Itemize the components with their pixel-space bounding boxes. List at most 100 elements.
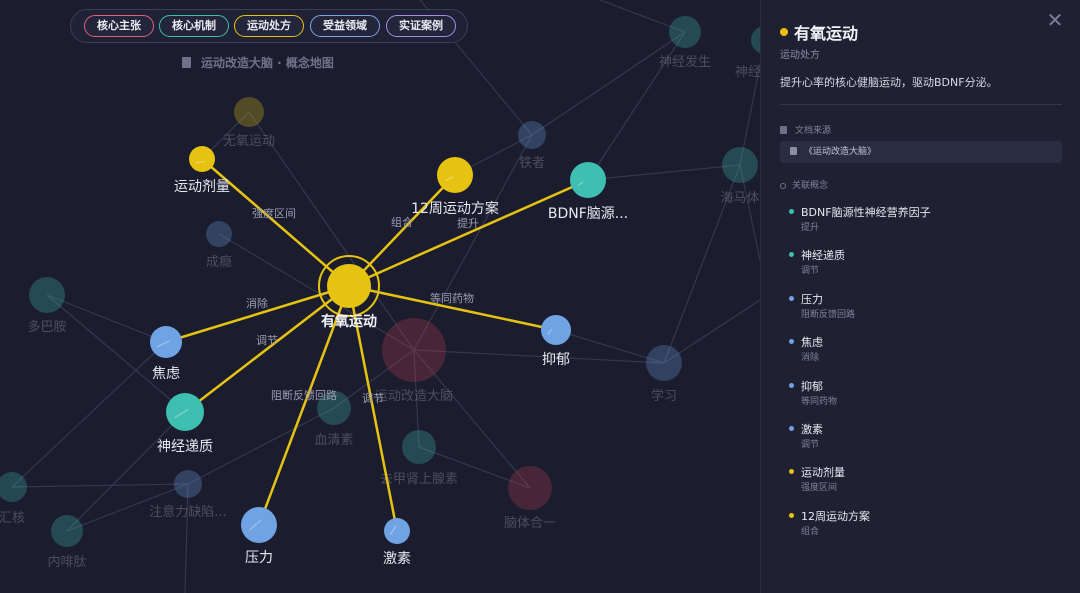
node-label: 运动改造大脑 [375,389,453,404]
background-edge [587,164,741,181]
highlighted-edge [348,174,456,287]
node-label: 汇核 [0,511,25,526]
related-relation: 调节 [801,266,820,276]
node-circle [206,221,232,247]
panel-title-text: 有氧运动 [794,24,859,43]
node-label: 激素 [383,550,411,567]
node-circle [722,147,758,183]
related-name: BDNF脑源性神经营养因子 [801,206,931,219]
graph-node-faded[interactable]: 神经 [735,26,760,80]
node-label: 神经递质 [157,439,213,455]
graph-node-faded[interactable]: 学习 [646,345,682,404]
node-circle [189,146,215,172]
node-circle [402,430,436,464]
edge-label: 调节 [362,392,384,405]
panel-title: 有氧运动 [780,20,858,44]
related-relation: 等同药物 [801,397,838,407]
node-label: 抑郁 [542,352,570,368]
graph-node-faded[interactable]: 汇核 [0,472,27,526]
related-relation: 调节 [801,440,820,450]
related-item[interactable]: 激素 调节 [789,421,1059,451]
related-section-heading: 关联概念 [780,178,828,191]
source-document-link[interactable]: 《运动改造大脑》 [780,141,1062,163]
related-name: 12周运动方案 [801,510,870,523]
related-name: 激素 [801,423,823,436]
node-label: 内啡肽 [47,554,86,570]
close-icon[interactable]: ✕ [1045,10,1065,30]
edge-label: 组合 [391,215,413,229]
node-circle [570,162,606,198]
node-label: BDNF脑源... [548,206,628,222]
node-label: 运动剂量 [174,179,230,195]
node-circle [234,97,264,127]
highlighted-edge [348,178,589,288]
node-label: 成瘾 [206,254,232,270]
related-name: 压力 [801,293,823,306]
node-label: 注意力缺陷... [149,504,226,520]
related-dot-icon [789,252,794,257]
edge-label: 提升 [457,217,479,230]
concept-graph[interactable]: 无氧运动成瘾多巴胺 铁者 神经发生神经海马体运动改造大脑血清素去甲肾上腺素 学习注意力… [0,0,760,593]
related-item[interactable]: 压力 阻断反馈回路 [789,291,1059,321]
graph-node-faded[interactable]: 多巴胺 [27,277,67,335]
graph-title: 运动改造大脑 · 概念地图 [182,54,334,72]
panel-divider [780,104,1062,105]
node-label: 无氧运动 [223,134,275,149]
node-label: 多巴胺 [27,319,66,335]
related-item[interactable]: BDNF脑源性神经营养因子 提升 [789,204,1059,234]
related-item[interactable]: 神经递质 调节 [789,247,1059,277]
graph-node-faded[interactable]: 海马体 [720,147,760,206]
source-section-heading: 文档来源 [780,123,831,136]
related-relation: 消除 [801,353,820,363]
background-edge [11,341,167,488]
related-relation: 阻断反馈回路 [801,310,856,320]
graph-node[interactable]: 12周运动方案 [411,157,499,217]
filter-chip-benefit-area[interactable]: 受益领域 [310,15,380,37]
graph-node[interactable]: 压力 [241,507,277,566]
graph-node-faded[interactable]: 脑体合一 [504,466,556,531]
background-edge [531,31,686,136]
graph-node[interactable]: 运动剂量 [174,146,230,195]
node-label: 有氧运动 [321,313,377,330]
node-circle [541,315,571,345]
node-circle [51,515,83,547]
background-edge [218,233,415,351]
graph-node[interactable]: 神经递质 [157,393,213,455]
node-label: 神经发生 [659,54,711,70]
related-dot-icon [789,383,794,388]
graph-node-faded[interactable]: 神经发生 [659,16,711,70]
node-circle [646,345,682,381]
related-relation: 组合 [801,527,820,537]
graph-node-faded[interactable]: 铁者 [518,121,546,171]
graph-node[interactable]: 激素 [383,518,411,567]
related-item[interactable]: 抑郁 等同药物 [789,378,1059,408]
filter-chip-case-study[interactable]: 实证案例 [386,15,456,37]
filter-chip-exercise-prescription[interactable]: 运动处方 [234,15,304,37]
graph-node[interactable]: 焦虑 [150,326,182,382]
graph-node-faded[interactable]: 无氧运动 [223,97,275,149]
document-icon [182,57,191,68]
node-circle [437,157,473,193]
graph-node[interactable]: 抑郁 [541,315,571,368]
related-name: 神经递质 [801,249,845,262]
node-label: 焦虑 [152,366,180,382]
graph-node-faded[interactable]: 去甲肾上腺素 [380,430,458,487]
panel-description: 提升心率的核心健脑运动，驱动BDNF分泌。 [780,76,998,89]
related-dot-icon [789,339,794,344]
node-circle [669,16,701,48]
filter-chip-core-claim[interactable]: 核心主张 [84,15,154,37]
related-item[interactable]: 运动剂量 强度区间 [789,464,1059,494]
related-dot-icon [789,469,794,474]
detail-panel: ✕ 有氧运动 运动处方 提升心率的核心健脑运动，驱动BDNF分泌。 文档来源 《… [760,0,1080,593]
graph-node-faded[interactable]: 成瘾 [206,221,232,270]
document-icon [780,126,787,134]
node-label: 神经 [735,65,760,80]
node-circle [518,121,546,149]
filter-chip-core-mechanism[interactable]: 核心机制 [159,15,229,37]
background-edge [11,483,189,488]
graph-node-faded[interactable]: 内啡肽 [47,515,87,570]
related-item[interactable]: 12周运动方案 组合 [789,508,1059,538]
graph-node-faded[interactable]: 运动改造大脑 [375,318,453,404]
related-item[interactable]: 焦虑 消除 [789,334,1059,364]
related-name: 抑郁 [801,380,823,393]
